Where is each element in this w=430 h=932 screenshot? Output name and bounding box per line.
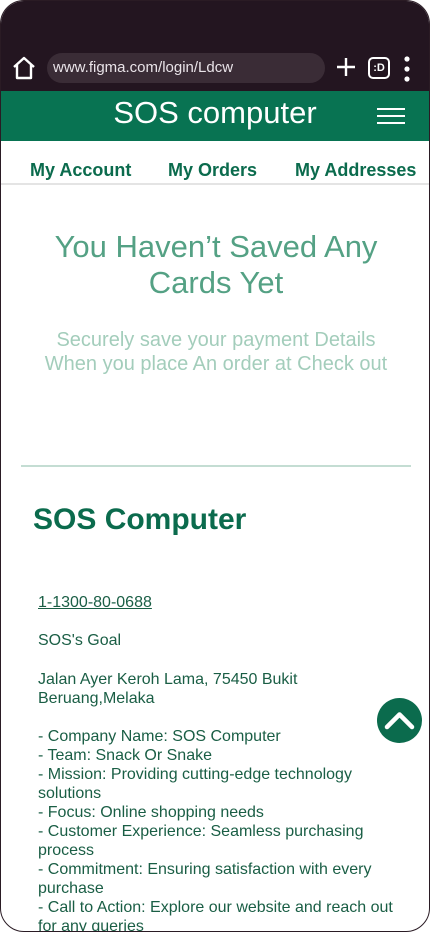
- footer-title: SOS Computer: [33, 503, 247, 536]
- plus-icon[interactable]: [334, 55, 358, 79]
- hamburger-menu-icon[interactable]: [376, 106, 406, 126]
- phone-link[interactable]: 1-1300-80-0688: [38, 594, 152, 612]
- list-item: - Commitment: Ensuring satisfaction with…: [38, 861, 372, 897]
- nav-my-account[interactable]: My Account: [30, 160, 131, 181]
- address-bar[interactable]: www.figma.com/login/Ldcw: [47, 53, 325, 83]
- empty-state-subtitle: Securely save your payment Details When …: [44, 329, 388, 375]
- nav-my-orders[interactable]: My Orders: [168, 160, 257, 181]
- tab-switcher-icon[interactable]: :D: [368, 57, 390, 79]
- company-facts-list: - Company Name: SOS Computer - Team: Sna…: [38, 727, 398, 932]
- list-item: - Focus: Online shopping needs: [38, 804, 264, 821]
- phone-frame: www.figma.com/login/Ldcw :D SOS computer…: [0, 0, 430, 932]
- address-text: Jalan Ayer Keroh Lama, 75450 Bukit Berua…: [38, 671, 298, 707]
- site-header: SOS computer: [1, 91, 429, 141]
- kebab-menu-icon[interactable]: [404, 56, 410, 82]
- nav-my-addresses[interactable]: My Addresses: [295, 160, 416, 181]
- list-item: - Mission: Providing cutting-edge techno…: [38, 766, 352, 802]
- list-item: - Company Name: SOS Computer: [38, 728, 281, 745]
- list-item: - Customer Experience: Seamless purchasi…: [38, 823, 364, 859]
- goal-heading: SOS's Goal: [38, 632, 122, 649]
- home-icon[interactable]: [11, 55, 37, 81]
- brand-title[interactable]: SOS computer: [1, 91, 429, 137]
- chevron-up-icon: [384, 712, 415, 730]
- section-divider: [21, 465, 411, 467]
- browser-toolbar: www.figma.com/login/Ldcw :D: [1, 1, 429, 91]
- scroll-to-top-button[interactable]: [377, 698, 422, 743]
- list-item: - Call to Action: Explore our website an…: [38, 899, 393, 932]
- account-nav: My Account My Orders My Addresses: [1, 141, 429, 185]
- list-item: - Team: Snack Or Snake: [38, 747, 212, 764]
- empty-state-title: You Haven’t Saved Any Cards Yet: [54, 229, 378, 300]
